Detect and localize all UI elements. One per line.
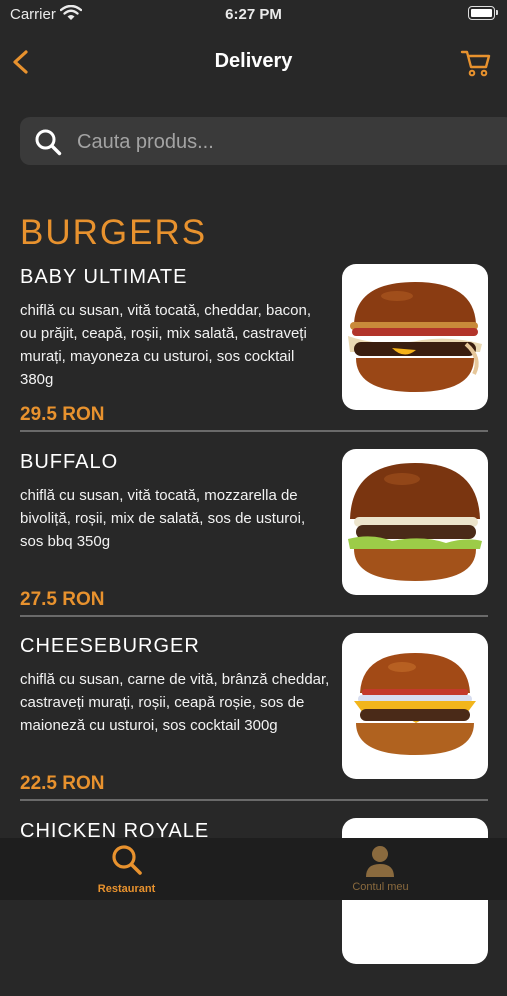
product-item[interactable]: BUFFALO chiflă cu susan, vită tocată, mo… [20, 449, 488, 627]
category-title: BURGERS [20, 213, 208, 252]
product-price: 29.5 RON [20, 404, 105, 425]
search-bar[interactable] [20, 117, 507, 167]
product-description: chiflă cu susan, vită tocată, cheddar, b… [20, 302, 312, 388]
product-image[interactable] [342, 264, 488, 410]
divider [20, 430, 488, 432]
product-name: BUFFALO [20, 451, 119, 473]
search-icon [112, 845, 142, 875]
page-title: Delivery [214, 50, 293, 72]
search-input[interactable] [75, 117, 499, 167]
tab-label: Contul meu [352, 881, 409, 893]
divider [20, 799, 488, 801]
product-item[interactable]: BABY ULTIMATE chiflă cu susan, vită toca… [20, 264, 488, 442]
battery-icon [468, 6, 498, 20]
product-description: chiflă cu susan, carne de vită, brânză c… [20, 671, 330, 734]
divider [20, 615, 488, 617]
product-price: 22.5 RON [20, 773, 105, 794]
product-name: CHEESEBURGER [20, 635, 200, 657]
product-item[interactable]: CHEESEBURGER chiflă cu susan, carne de v… [20, 633, 488, 811]
tab-label: Restaurant [97, 883, 156, 895]
cart-icon [460, 50, 491, 77]
tab-restaurant[interactable]: Restaurant [0, 838, 253, 900]
product-image[interactable] [342, 633, 488, 779]
cart-button[interactable] [460, 48, 492, 78]
user-icon [366, 846, 394, 877]
status-time: 6:27 PM [225, 6, 282, 23]
product-name: BABY ULTIMATE [20, 266, 188, 288]
navigation-bar: Delivery [0, 40, 507, 84]
tab-bar: Restaurant Contul meu [0, 838, 507, 900]
status-bar: Carrier 6:27 PM [0, 0, 507, 30]
search-icon [34, 128, 62, 161]
product-price: 27.5 RON [20, 589, 105, 610]
product-description: chiflă cu susan, vită tocată, mozzarella… [20, 487, 306, 550]
tab-account[interactable]: Contul meu [254, 838, 507, 900]
product-image[interactable] [342, 449, 488, 595]
